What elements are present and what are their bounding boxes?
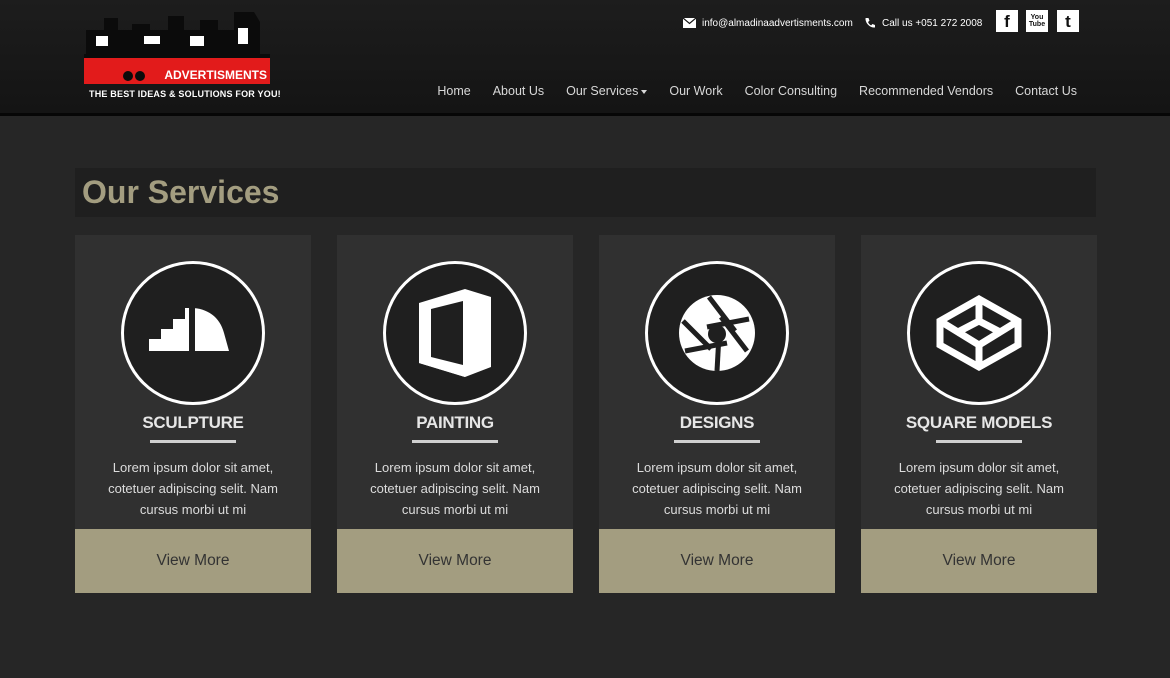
page-title: Our Services [82, 174, 280, 210]
service-card-sculpture: SCULPTURE Lorem ipsum dolor sit amet, co… [75, 235, 311, 593]
phone-icon [865, 18, 875, 28]
cube-wireframe-icon [907, 261, 1051, 405]
logo-tagline: THE BEST IDEAS & SOLUTIONS FOR YOU! [89, 89, 281, 99]
nav-item-about-us[interactable]: About Us [493, 84, 544, 98]
nav-label: Recommended Vendors [859, 84, 994, 98]
camera-aperture-icon [645, 261, 789, 405]
office-document-icon [383, 261, 527, 405]
nav-item-home[interactable]: Home [437, 84, 470, 98]
twitter-glyph: t [1065, 11, 1071, 31]
service-card-designs: DESIGNS Lorem ipsum dolor sit amet, cote… [599, 235, 835, 593]
title-underline [674, 440, 760, 443]
section-header: Our Services [75, 168, 1096, 217]
title-underline [150, 440, 236, 443]
contact-email[interactable]: info@almadinaadvertisments.com [683, 16, 853, 30]
twitter-icon[interactable]: t [1057, 10, 1079, 32]
main-nav: Home About Us Our Services Our Work Colo… [415, 82, 1077, 100]
nav-item-recommended-vendors[interactable]: Recommended Vendors [859, 84, 993, 98]
nav-label: Home [437, 84, 471, 98]
card-description: Lorem ipsum dolor sit amet, cotetuer adi… [370, 460, 540, 517]
caret-down-icon [641, 89, 648, 94]
card-description: Lorem ipsum dolor sit amet, cotetuer adi… [894, 460, 1064, 517]
service-card-square-models: SQUARE MODELS Lorem ipsum dolor sit amet… [861, 235, 1097, 593]
youtube-glyph: You Tube [1028, 14, 1046, 28]
nav-label: Our Work [669, 84, 723, 98]
title-underline [412, 440, 498, 443]
nav-label: Our Services [566, 84, 639, 98]
view-more-button[interactable]: View More [337, 529, 573, 593]
card-title: SQUARE MODELS [905, 413, 1053, 432]
nav-label: Contact Us [1015, 84, 1077, 98]
nav-item-our-work[interactable]: Our Work [669, 84, 722, 98]
view-more-button[interactable]: View More [599, 529, 835, 593]
contact-phone-text: Call us +051 272 2008 [882, 17, 983, 29]
nav-item-our-services[interactable]: Our Services [566, 84, 648, 98]
envelope-icon [683, 18, 696, 28]
sculpture-icon [121, 261, 265, 405]
view-more-button[interactable]: View More [75, 529, 311, 593]
card-title: SCULPTURE [142, 413, 244, 432]
logo-name: ADVERTISMENTS [164, 68, 267, 82]
youtube-icon[interactable]: You Tube [1026, 10, 1048, 32]
card-title: DESIGNS [679, 413, 755, 432]
nav-label: About Us [492, 84, 545, 98]
contact-phone[interactable]: Call us +051 272 2008 [864, 16, 982, 30]
site-header: ADVERTISMENTS THE BEST IDEAS & SOLUTIONS… [0, 0, 1170, 116]
facebook-glyph: f [1004, 11, 1010, 31]
nav-item-color-consulting[interactable]: Color Consulting [745, 84, 837, 98]
nav-label: Color Consulting [744, 84, 838, 98]
service-card-painting: PAINTING Lorem ipsum dolor sit amet, cot… [337, 235, 573, 593]
title-underline [936, 440, 1022, 443]
view-more-button[interactable]: View More [861, 529, 1097, 593]
nav-item-contact-us[interactable]: Contact Us [1015, 84, 1077, 98]
card-description: Lorem ipsum dolor sit amet, cotetuer adi… [108, 460, 278, 517]
card-description: Lorem ipsum dolor sit amet, cotetuer adi… [632, 460, 802, 517]
logo-graphic: ADVERTISMENTS [84, 12, 270, 84]
facebook-icon[interactable]: f [996, 10, 1018, 32]
card-title: PAINTING [416, 413, 494, 432]
contact-email-text: info@almadinaadvertisments.com [702, 17, 853, 29]
